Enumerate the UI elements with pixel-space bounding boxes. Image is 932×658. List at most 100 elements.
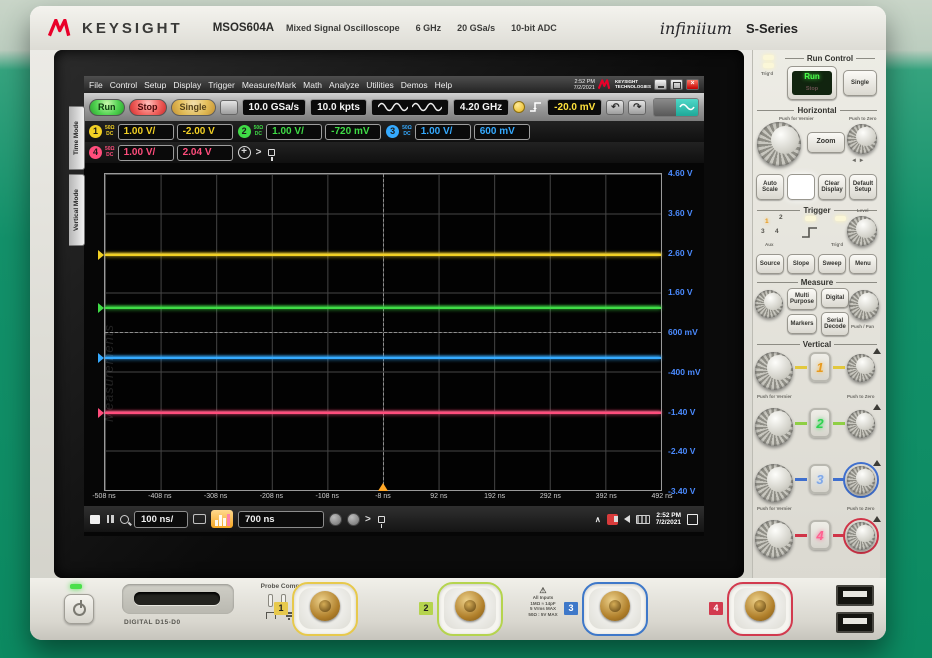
markers-button[interactable]: Markers bbox=[787, 314, 817, 334]
run-stop-button[interactable]: Run Stop bbox=[787, 66, 837, 100]
trace-channel-1[interactable] bbox=[105, 254, 661, 256]
channel-1-scale-knob[interactable] bbox=[755, 352, 793, 390]
channel-1-scale-field[interactable]: 1.00 V/ bbox=[118, 124, 174, 140]
maximize-button[interactable] bbox=[670, 79, 683, 90]
menu-display[interactable]: Display bbox=[173, 80, 201, 90]
channel-3-button[interactable]: 3 bbox=[809, 464, 831, 494]
digital-button[interactable]: Digital bbox=[821, 288, 849, 308]
memory-depth-field[interactable]: 10.0 kpts bbox=[310, 99, 367, 116]
histogram-button[interactable] bbox=[211, 510, 233, 528]
close-button[interactable]: × bbox=[686, 79, 699, 90]
default-setup-button[interactable]: Default Setup bbox=[849, 174, 877, 200]
notification-icon[interactable] bbox=[687, 514, 698, 525]
undo-icon[interactable]: ↶ bbox=[606, 100, 624, 115]
auto-scale-button[interactable]: Auto Scale bbox=[756, 174, 784, 200]
expand-arrow-icon[interactable]: > bbox=[365, 514, 371, 525]
stop-button[interactable]: Stop bbox=[129, 99, 167, 116]
multi-purpose-button[interactable]: Multi Purpose bbox=[787, 288, 817, 310]
pushpin-icon[interactable] bbox=[268, 149, 275, 156]
horizontal-range-field[interactable]: 700 ns bbox=[238, 511, 324, 528]
tab-vertical-mode[interactable]: Vertical Mode bbox=[69, 174, 85, 246]
horizontal-scale-knob[interactable] bbox=[757, 122, 801, 166]
trigger-source-button[interactable]: Source bbox=[756, 254, 784, 274]
user-icon[interactable] bbox=[347, 513, 360, 526]
trace-channel-2[interactable] bbox=[105, 307, 661, 309]
trigger-level-field[interactable]: -20.0 mV bbox=[547, 99, 602, 116]
channel-3-scale-field[interactable]: 1.00 V/ bbox=[415, 124, 471, 140]
power-button[interactable] bbox=[64, 594, 94, 624]
tray-expand-icon[interactable]: ∧ bbox=[595, 515, 601, 524]
channel-4-scale-field[interactable]: 1.00 V/ bbox=[118, 145, 174, 161]
horizontal-position-knob[interactable] bbox=[847, 124, 877, 154]
trigger-edge-icon[interactable] bbox=[529, 101, 543, 113]
taskbar-clock[interactable]: 2:52 PM7/2/2021 bbox=[656, 512, 681, 526]
acquisition-mode-icon[interactable] bbox=[220, 100, 238, 115]
trigger-source-icon[interactable] bbox=[513, 101, 525, 113]
menu-analyze[interactable]: Analyze bbox=[329, 80, 359, 90]
menu-math[interactable]: Math bbox=[303, 80, 322, 90]
channel-3-offset-knob[interactable] bbox=[847, 466, 875, 494]
channel-1-offset-knob[interactable] bbox=[847, 354, 875, 382]
trigger-sweep-button[interactable]: Sweep bbox=[818, 254, 846, 274]
clear-display-button[interactable]: Clear Display bbox=[818, 174, 846, 200]
trace-channel-4[interactable] bbox=[105, 412, 661, 414]
sample-rate-field[interactable]: 10.0 GSa/s bbox=[242, 99, 307, 116]
channel-1-offset-field[interactable]: -2.00 V bbox=[177, 124, 233, 140]
magnifier-icon[interactable] bbox=[120, 515, 129, 524]
menu-file[interactable]: File bbox=[89, 80, 103, 90]
measure-action-knob[interactable] bbox=[755, 290, 783, 318]
channel-1-badge[interactable]: 1 bbox=[89, 125, 102, 138]
channel-2-offset-field[interactable]: -720 mV bbox=[325, 124, 381, 140]
menu-setup[interactable]: Setup bbox=[144, 80, 166, 90]
waveform-grid[interactable]: Measurements bbox=[104, 173, 662, 491]
channel-3-badge[interactable]: 3 bbox=[386, 125, 399, 138]
emoticon-icon[interactable] bbox=[329, 513, 342, 526]
bandwidth-field[interactable]: 4.20 GHz bbox=[453, 99, 509, 116]
trigger-slope-button[interactable]: Slope bbox=[787, 254, 815, 274]
menu-help[interactable]: Help bbox=[435, 80, 452, 90]
trace-channel-3[interactable] bbox=[105, 357, 661, 359]
menu-utilities[interactable]: Utilities bbox=[366, 80, 393, 90]
channel-2-badge[interactable]: 2 bbox=[238, 125, 251, 138]
zoom-button[interactable]: Zoom bbox=[807, 132, 845, 153]
channel-2-button[interactable]: 2 bbox=[809, 408, 831, 438]
add-waveform-icon[interactable]: + bbox=[238, 146, 251, 159]
expand-arrow-icon[interactable]: > bbox=[256, 147, 262, 158]
trigger-menu-button[interactable]: Menu bbox=[849, 254, 877, 274]
menu-measure-mark[interactable]: Measure/Mark bbox=[242, 80, 296, 90]
waveform-style-field[interactable] bbox=[371, 99, 449, 116]
tab-time-mode[interactable]: Time Mode bbox=[69, 106, 85, 170]
timebase-field[interactable]: 100 ns/ bbox=[134, 511, 188, 528]
keyboard-icon[interactable] bbox=[636, 515, 650, 524]
channel-4-offset-field[interactable]: 2.04 V bbox=[177, 145, 233, 161]
pause-icon[interactable] bbox=[105, 514, 115, 524]
serial-decode-button[interactable]: Serial Decode bbox=[821, 312, 849, 336]
redo-icon[interactable]: ↷ bbox=[628, 100, 646, 115]
menu-control[interactable]: Control bbox=[110, 80, 137, 90]
measure-pan-knob[interactable] bbox=[849, 290, 879, 320]
touch-toggle-button[interactable] bbox=[653, 98, 699, 117]
pushpin-icon[interactable] bbox=[378, 516, 385, 523]
channel-2-scale-field[interactable]: 1.00 V/ bbox=[266, 124, 322, 140]
channel-4-offset-knob[interactable] bbox=[847, 522, 875, 550]
channel-2-offset-knob[interactable] bbox=[847, 410, 875, 438]
display-icon[interactable] bbox=[193, 514, 206, 524]
channel-3-offset-field[interactable]: 600 mV bbox=[474, 124, 530, 140]
touch-button[interactable] bbox=[787, 174, 815, 200]
channel-4-badge[interactable]: 4 bbox=[89, 146, 102, 159]
channel-2-scale-knob[interactable] bbox=[755, 408, 793, 446]
menu-demos[interactable]: Demos bbox=[401, 80, 428, 90]
trigger-level-knob[interactable] bbox=[847, 216, 877, 246]
trigger-time-marker-icon[interactable] bbox=[378, 483, 388, 491]
channel-4-scale-knob[interactable] bbox=[755, 520, 793, 558]
run-button[interactable]: Run bbox=[89, 99, 125, 116]
menu-trigger[interactable]: Trigger bbox=[208, 80, 235, 90]
single-button-panel[interactable]: Single bbox=[843, 70, 877, 96]
single-button[interactable]: Single bbox=[171, 99, 216, 116]
minimize-button[interactable] bbox=[654, 79, 667, 90]
channel-1-button[interactable]: 1 bbox=[809, 352, 831, 382]
channel-3-scale-knob[interactable] bbox=[755, 464, 793, 502]
channel-4-button[interactable]: 4 bbox=[809, 520, 831, 550]
speaker-icon[interactable] bbox=[624, 515, 630, 523]
window-icon[interactable] bbox=[90, 515, 100, 524]
